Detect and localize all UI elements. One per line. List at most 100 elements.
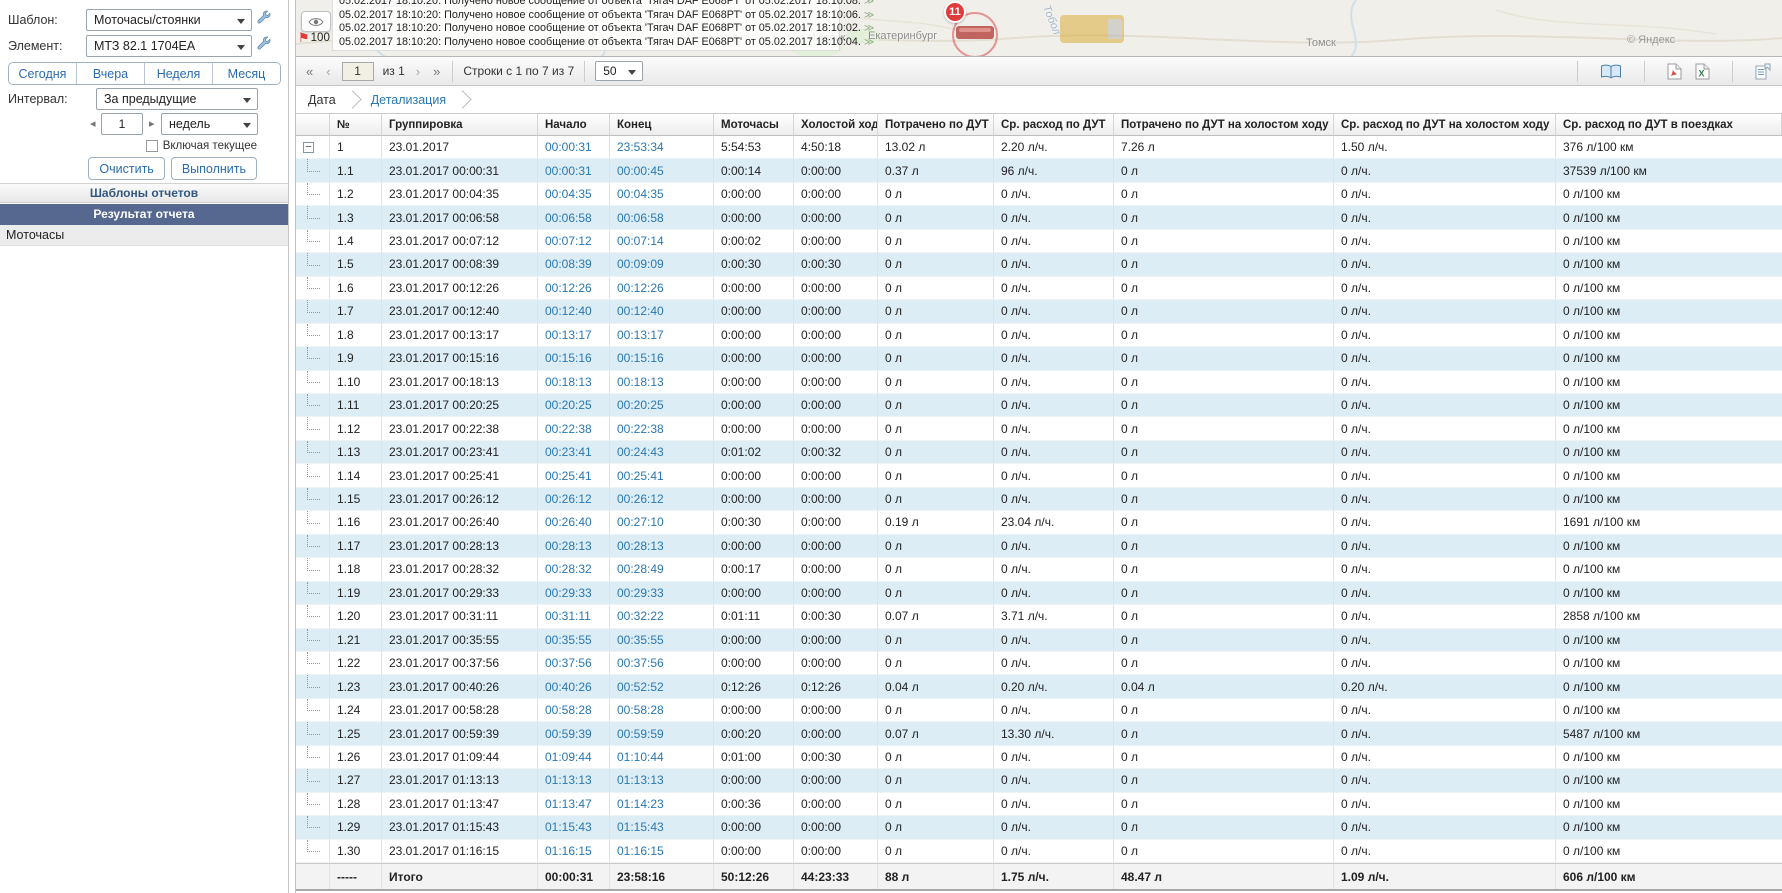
table-cell-start[interactable]: 00:07:12 — [538, 230, 610, 253]
table-row[interactable]: 1.323.01.2017 00:06:5800:06:5800:06:580:… — [296, 206, 1782, 229]
table-cell-end[interactable]: 01:10:44 — [610, 746, 714, 769]
vehicle-marker-red[interactable] — [956, 26, 994, 39]
table-cell-start[interactable]: 00:23:41 — [538, 441, 610, 464]
column-header[interactable]: Ср. расход по ДУТ — [994, 114, 1114, 136]
table-row[interactable]: 1.2823.01.2017 01:13:4701:13:4701:14:230… — [296, 793, 1782, 816]
table-cell-start[interactable]: 00:26:40 — [538, 511, 610, 534]
table-cell-end[interactable]: 00:52:52 — [610, 675, 714, 698]
table-row[interactable]: −123.01.201700:00:3123:53:345:54:534:50:… — [296, 136, 1782, 159]
map-strip[interactable]: Ярославль Ижевск Екатеринбург Томск Тобо… — [296, 0, 1782, 57]
table-cell-end[interactable]: 00:12:26 — [610, 277, 714, 300]
yesterday-button[interactable]: Вчера — [77, 63, 145, 84]
table-cell-end[interactable]: 00:58:28 — [610, 699, 714, 722]
table-cell-start[interactable]: 00:12:26 — [538, 277, 610, 300]
table-cell-start[interactable]: 00:40:26 — [538, 675, 610, 698]
table-row[interactable]: 1.1923.01.2017 00:29:3300:29:3300:29:330… — [296, 582, 1782, 605]
table-cell-start[interactable]: 00:00:31 — [538, 159, 610, 182]
table-row[interactable]: 1.1023.01.2017 00:18:1300:18:1300:18:130… — [296, 371, 1782, 394]
table-row[interactable]: 1.2223.01.2017 00:37:5600:37:5600:37:560… — [296, 652, 1782, 675]
today-button[interactable]: Сегодня — [9, 63, 77, 84]
table-cell-start[interactable]: 00:58:28 — [538, 699, 610, 722]
vehicle-marker-yellow[interactable] — [1060, 15, 1124, 43]
table-cell-start[interactable]: 00:59:39 — [538, 722, 610, 745]
column-header[interactable]: Группировка — [382, 114, 538, 136]
table-cell-start[interactable]: 00:35:55 — [538, 629, 610, 652]
table-row[interactable]: 1.1323.01.2017 00:23:4100:23:4100:24:430… — [296, 441, 1782, 464]
column-header[interactable]: Потрачено по ДУТ — [878, 114, 994, 136]
prev-page-button[interactable]: ‹ — [324, 64, 332, 79]
include-current-checkbox[interactable] — [146, 140, 158, 152]
column-header[interactable]: Ср. расход по ДУТ в поездках — [1556, 114, 1782, 136]
interval-unit-select[interactable]: недель — [161, 113, 258, 135]
table-cell-end[interactable]: 00:26:12 — [610, 488, 714, 511]
column-header[interactable]: Холостой ход — [794, 114, 878, 136]
table-cell-start[interactable]: 00:06:58 — [538, 206, 610, 229]
table-cell-start[interactable]: 00:18:13 — [538, 371, 610, 394]
table-cell-start[interactable]: 00:20:25 — [538, 394, 610, 417]
interval-number-input[interactable]: 1 — [101, 113, 143, 135]
table-cell-end[interactable]: 00:22:38 — [610, 417, 714, 440]
panel-splitter[interactable] — [289, 0, 296, 893]
table-cell-end[interactable]: 00:06:58 — [610, 206, 714, 229]
table-cell-start[interactable]: 00:28:32 — [538, 558, 610, 581]
table-cell-start[interactable]: 00:22:38 — [538, 417, 610, 440]
table-row[interactable]: 1.3023.01.2017 01:16:1501:16:1501:16:150… — [296, 840, 1782, 863]
page-size-select[interactable]: 50 — [595, 61, 643, 81]
cluster-badge[interactable]: 11 — [944, 1, 966, 23]
table-row[interactable]: 1.2723.01.2017 01:13:1301:13:1301:13:130… — [296, 769, 1782, 792]
pdf-export-button[interactable] — [1666, 62, 1683, 81]
table-row[interactable]: 1.2023.01.2017 00:31:1100:31:1100:32:220… — [296, 605, 1782, 628]
column-header[interactable]: Потрачено по ДУТ на холостом ходу — [1114, 114, 1334, 136]
table-cell-end[interactable]: 00:00:45 — [610, 159, 714, 182]
table-cell-end[interactable]: 00:28:13 — [610, 535, 714, 558]
table-row[interactable]: 1.423.01.2017 00:07:1200:07:1200:07:140:… — [296, 230, 1782, 253]
column-header[interactable]: Начало — [538, 114, 610, 136]
table-row[interactable]: 1.1423.01.2017 00:25:4100:25:4100:25:410… — [296, 464, 1782, 487]
table-row[interactable]: 1.2523.01.2017 00:59:3900:59:3900:59:590… — [296, 722, 1782, 745]
table-row[interactable]: 1.523.01.2017 00:08:3900:08:3900:09:090:… — [296, 253, 1782, 276]
table-cell-end[interactable]: 00:25:41 — [610, 464, 714, 487]
tab-detail[interactable]: Детализация — [371, 93, 446, 107]
last-page-button[interactable]: » — [431, 64, 442, 79]
templates-section-header[interactable]: Шаблоны отчетов — [0, 183, 288, 203]
table-cell-start[interactable]: 00:28:13 — [538, 535, 610, 558]
table-cell-end[interactable]: 00:12:40 — [610, 300, 714, 323]
increment-arrow[interactable]: ▸ — [149, 117, 155, 130]
table-cell-end[interactable]: 00:27:10 — [610, 511, 714, 534]
table-row[interactable]: 1.1523.01.2017 00:26:1200:26:1200:26:120… — [296, 488, 1782, 511]
table-row[interactable]: 1.223.01.2017 00:04:3500:04:3500:04:350:… — [296, 183, 1782, 206]
element-wrench-icon[interactable] — [256, 36, 272, 52]
table-row[interactable]: 1.1123.01.2017 00:20:2500:20:2500:20:250… — [296, 394, 1782, 417]
column-header[interactable]: Конец — [610, 114, 714, 136]
template-wrench-icon[interactable] — [256, 10, 272, 26]
next-page-button[interactable]: › — [414, 64, 422, 79]
clear-button[interactable]: Очистить — [88, 157, 164, 180]
table-cell-start[interactable]: 01:13:47 — [538, 793, 610, 816]
table-cell-start[interactable]: 01:15:43 — [538, 816, 610, 839]
first-page-button[interactable]: « — [304, 64, 315, 79]
table-row[interactable]: 1.923.01.2017 00:15:1600:15:1600:15:160:… — [296, 347, 1782, 370]
table-cell-start[interactable]: 00:31:11 — [538, 605, 610, 628]
table-row[interactable]: 1.623.01.2017 00:12:2600:12:2600:12:260:… — [296, 277, 1782, 300]
collapse-expander-icon[interactable]: − — [303, 142, 314, 153]
table-cell-end[interactable]: 00:20:25 — [610, 394, 714, 417]
table-row[interactable]: 1.1223.01.2017 00:22:3800:22:3800:22:380… — [296, 417, 1782, 440]
template-select[interactable]: Моточасы/стоянки — [86, 9, 252, 31]
page-number-input[interactable]: 1 — [342, 62, 374, 81]
table-cell-end[interactable]: 00:37:56 — [610, 652, 714, 675]
table-cell-start[interactable]: 00:26:12 — [538, 488, 610, 511]
table-row[interactable]: 1.2623.01.2017 01:09:4401:09:4401:10:440… — [296, 746, 1782, 769]
table-cell-end[interactable]: 00:18:13 — [610, 371, 714, 394]
table-cell-end[interactable]: 00:09:09 — [610, 253, 714, 276]
table-cell-end[interactable]: 00:29:33 — [610, 582, 714, 605]
table-cell-start[interactable]: 01:16:15 — [538, 840, 610, 863]
table-row[interactable]: 1.1823.01.2017 00:28:3200:28:3200:28:490… — [296, 558, 1782, 581]
table-cell-start[interactable]: 00:13:17 — [538, 324, 610, 347]
table-cell-end[interactable]: 01:16:15 — [610, 840, 714, 863]
decrement-arrow[interactable]: ◂ — [90, 117, 96, 130]
table-cell-start[interactable]: 00:12:40 — [538, 300, 610, 323]
table-row[interactable]: 1.723.01.2017 00:12:4000:12:4000:12:400:… — [296, 300, 1782, 323]
table-cell-start[interactable]: 01:09:44 — [538, 746, 610, 769]
element-select[interactable]: МТЗ 82.1 1704ЕА — [86, 35, 252, 57]
table-row[interactable]: 1.123.01.2017 00:00:3100:00:3100:00:450:… — [296, 159, 1782, 182]
